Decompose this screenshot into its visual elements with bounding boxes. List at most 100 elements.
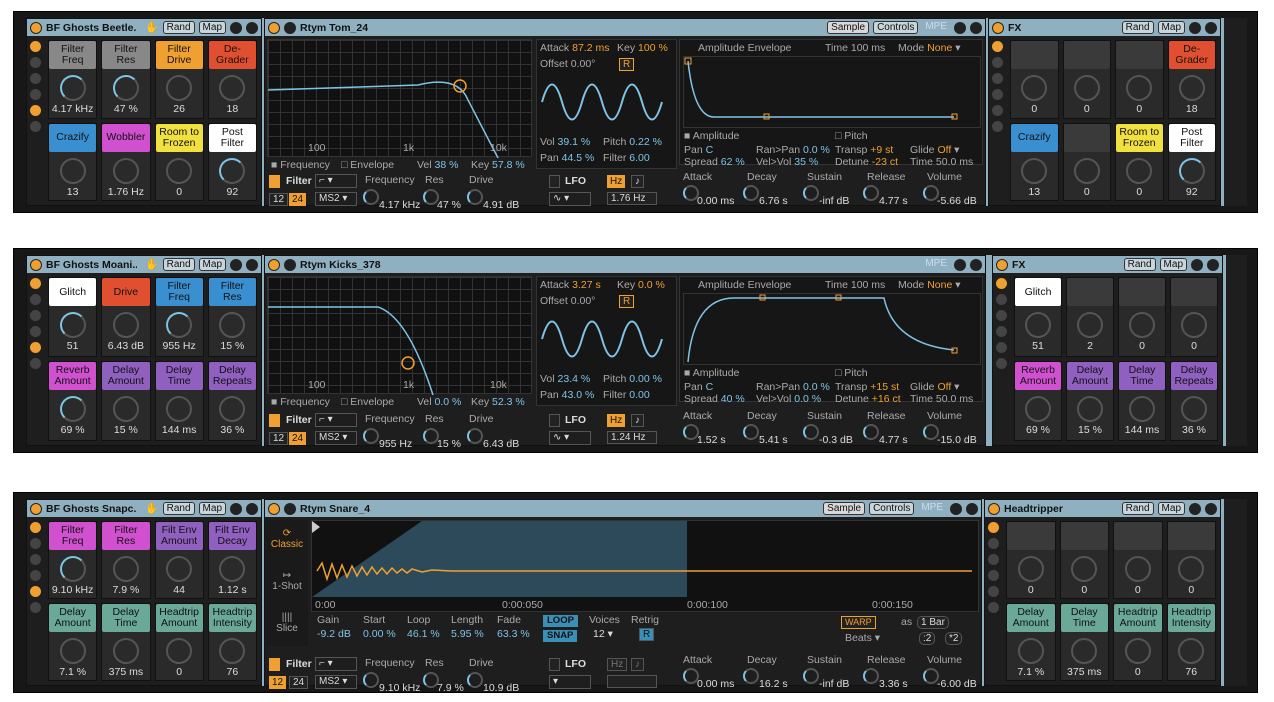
lfo-pan[interactable]: Pan 44.5 % [540,152,594,164]
knob-icon[interactable] [1021,157,1048,184]
knob-icon[interactable] [219,312,246,338]
power-icon[interactable] [30,258,42,271]
macro-toggle-icon[interactable] [30,41,41,52]
release-knob[interactable] [863,185,879,201]
circuit-select[interactable]: MS2 ▾ [315,431,357,445]
scroll-strip[interactable] [1224,18,1247,206]
retrig-button[interactable]: R [619,295,635,308]
macro-knob[interactable]: Delay Amount 15 % [101,361,151,441]
hotswap-icon[interactable] [1189,21,1201,34]
remove-icon[interactable] [988,554,999,565]
power-icon[interactable] [992,21,1004,34]
remove-icon[interactable] [30,554,41,565]
lfo-vol[interactable]: Vol 39.1 % [540,136,590,148]
add-icon[interactable] [30,57,41,68]
lfo-rate[interactable] [607,675,657,688]
macro-knob[interactable]: Reverb Amount 69 % [48,361,98,441]
map-button[interactable]: Map [198,502,226,515]
env-detune[interactable]: Detune +16 ct [835,393,901,405]
mode-slice[interactable]: |||| Slice [267,612,307,634]
lfo-pitch[interactable]: Pitch 0.22 % [603,136,662,148]
env-mode[interactable]: Mode None ▾ [898,279,961,291]
release-knob[interactable] [863,424,879,440]
macro-knob[interactable]: Filter Freq 9.10 kHz [48,521,98,599]
rand-button[interactable]: Rand [162,21,195,34]
macro-knob[interactable]: Delay Repeats 36 % [207,361,257,441]
env-time-glide[interactable]: Time 50.0 ms [910,393,973,405]
knob-icon[interactable] [1077,312,1103,338]
add-icon[interactable] [992,57,1003,68]
macro-knob[interactable]: Delay Time 375 ms [1059,603,1109,681]
circuit-select[interactable]: MS2 ▾ [315,192,357,206]
device-toggle-icon[interactable] [992,105,1003,116]
knob-icon[interactable] [166,312,193,338]
knob-icon[interactable] [219,556,246,582]
chain-icon[interactable] [992,89,1003,100]
slope-12-button[interactable]: 12 [269,193,289,206]
knob-icon[interactable] [112,556,139,582]
device-toggle-icon[interactable] [30,342,41,353]
macro-knob[interactable]: Filt Env Decay 1.12 s [207,521,257,599]
sustain-knob[interactable] [803,185,819,201]
macro-knob[interactable]: 0 [1059,521,1109,599]
env-detune[interactable]: Detune -23 ct [835,156,898,168]
filter-type-select[interactable]: ⌐ ▾ [315,657,357,671]
macro-knob[interactable]: Delay Repeats 36 % [1170,361,1218,441]
save-icon[interactable] [970,21,982,34]
chain-icon[interactable] [30,326,41,337]
knob-icon[interactable] [1126,157,1153,184]
knob-icon[interactable] [1124,638,1151,664]
lfo-wave-select[interactable]: ∿ ▾ [549,431,591,445]
slope-24-button[interactable]: 24 [289,676,309,689]
envelope-graph[interactable] [683,293,981,365]
amplitude-legend[interactable]: ■ Amplitude [684,367,739,379]
release-knob[interactable] [863,668,879,684]
knob-icon[interactable] [219,157,246,184]
knob-icon[interactable] [1129,312,1155,338]
power-icon[interactable] [988,502,1000,515]
filter-type-select[interactable]: ⌐ ▾ [315,174,357,188]
pitch-legend[interactable]: □ Pitch [835,367,868,379]
knob-icon[interactable] [1073,75,1100,101]
rand-button[interactable]: Rand [1123,258,1156,271]
hotswap-icon[interactable] [1191,258,1203,271]
hotswap-icon[interactable] [230,258,242,271]
macro-knob[interactable]: 0 [1170,277,1218,357]
add-icon[interactable] [30,538,41,549]
sustain-knob[interactable] [803,668,819,684]
tab-sample[interactable]: Sample [827,21,870,34]
macro-knob[interactable]: Filter Drive 26 [154,40,204,119]
macro-knob[interactable]: De- Grader 18 [207,40,257,119]
macro-knob[interactable]: Filt Env Amount 44 [154,521,204,599]
macro-knob[interactable]: Headtrip Intensity 76 [207,603,257,681]
device-toggle-icon[interactable] [30,105,41,116]
tab-sample[interactable]: Sample [823,502,866,515]
mode-one-shot[interactable]: ↦ 1-Shot [267,570,307,592]
slope-24-button[interactable]: 24 [289,432,307,445]
knob-icon[interactable] [1129,396,1155,422]
gain-value[interactable]: -9.2 dB [317,628,351,640]
tab-controls[interactable]: Controls [873,21,919,34]
knob-icon[interactable] [1178,75,1205,101]
circuit-select[interactable]: MS2 ▾ [315,675,357,689]
macro-toggle-icon[interactable] [30,278,41,289]
macro-knob[interactable]: Delay Amount 15 % [1066,361,1114,441]
map-button[interactable]: Map [1157,502,1185,515]
filter-toggle[interactable] [269,658,280,671]
macro-knob[interactable]: Wobbler 1.76 Hz [101,122,151,201]
save-icon[interactable] [246,21,258,34]
macro-knob[interactable]: Glitch 51 [48,277,98,357]
sync-note-button[interactable]: ♪ [631,414,644,427]
chain-icon[interactable] [30,570,41,581]
env-glide[interactable]: Glide Off ▾ [910,144,959,156]
macro-knob[interactable]: Delay Amount 7.1 % [1006,603,1056,681]
knob-icon[interactable] [1077,396,1103,422]
macro-toggle-icon[interactable] [988,522,999,533]
device-toggle-icon[interactable] [988,586,999,597]
knob-icon[interactable] [59,312,86,338]
macro-knob[interactable]: Delay Amount 7.1 % [48,603,98,681]
env-pan[interactable]: Pan C [684,381,713,393]
beats-select[interactable]: Beats ▾ [845,632,880,644]
lfo-pan[interactable]: Pan 43.0 % [540,389,594,401]
filter-type-select[interactable]: ⌐ ▾ [315,413,357,427]
